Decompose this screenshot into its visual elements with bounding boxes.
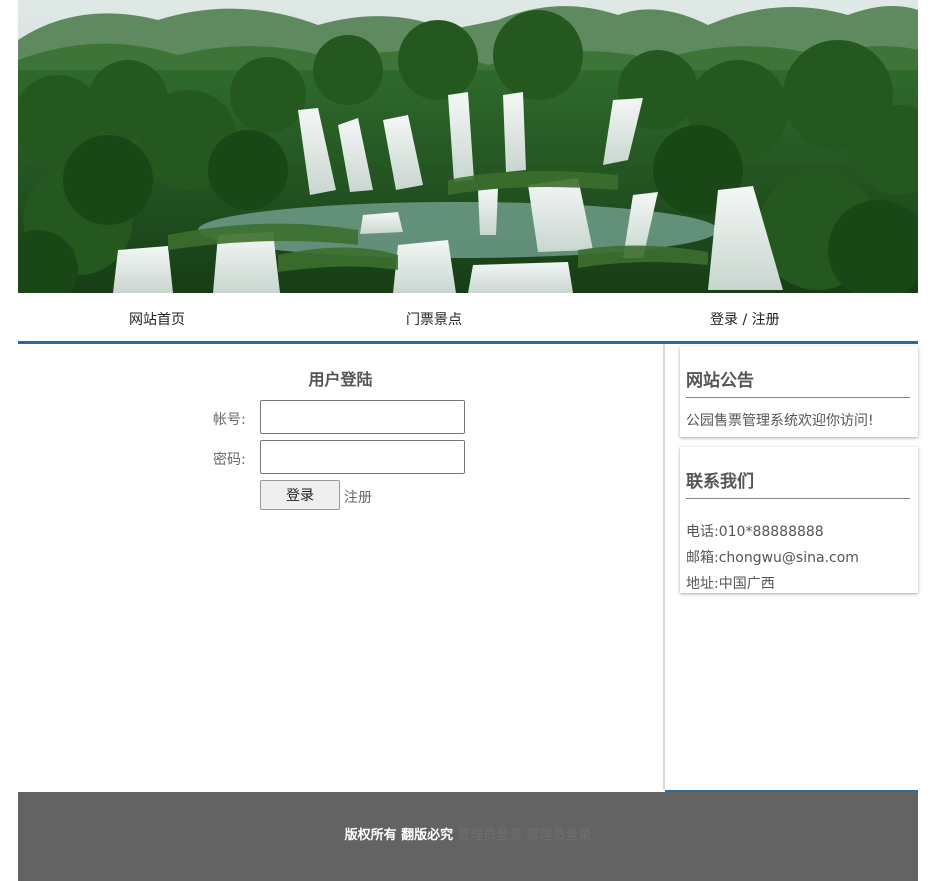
login-button[interactable]: 登录 bbox=[260, 480, 340, 510]
notice-divider bbox=[686, 397, 910, 398]
notice-card: 网站公告 公园售票管理系统欢迎你访问! bbox=[680, 346, 918, 437]
password-input[interactable] bbox=[260, 440, 465, 474]
contact-title: 联系我们 bbox=[686, 472, 754, 492]
footer: 版权所有 翻版必究 管理员登录 管理员登录 bbox=[18, 792, 918, 881]
page: 网站首页 门票景点 登录 / 注册 用户登陆 帐号: 密码: 登录 注册 网站公… bbox=[0, 0, 932, 881]
contact-phone: 电话:010*88888888 bbox=[686, 524, 824, 540]
main-nav: 网站首页 门票景点 登录 / 注册 bbox=[18, 293, 918, 341]
banner-image bbox=[18, 0, 918, 293]
login-title: 用户登陆 bbox=[308, 370, 373, 389]
admin-login-link-2[interactable]: 管理员登录 bbox=[526, 828, 591, 843]
contact-card: 联系我们 电话:010*88888888 邮箱:chongwu@sina.com… bbox=[680, 447, 918, 593]
nav-home[interactable]: 网站首页 bbox=[129, 309, 185, 329]
content-divider bbox=[663, 344, 665, 790]
login-panel: 用户登陆 帐号: 密码: 登录 注册 bbox=[18, 344, 663, 790]
copyright-text: 版权所有 翻版必究 bbox=[344, 828, 454, 843]
contact-email: 邮箱:chongwu@sina.com bbox=[686, 550, 859, 566]
nav-tickets[interactable]: 门票景点 bbox=[406, 309, 462, 329]
contact-divider bbox=[686, 498, 910, 499]
notice-title: 网站公告 bbox=[686, 371, 754, 391]
register-link[interactable]: 注册 bbox=[344, 487, 372, 507]
admin-login-link-1[interactable]: 管理员登录 bbox=[457, 828, 522, 843]
account-input[interactable] bbox=[260, 400, 465, 434]
account-label: 帐号: bbox=[213, 412, 246, 428]
footer-line: 版权所有 翻版必究 管理员登录 管理员登录 bbox=[18, 824, 918, 843]
password-label: 密码: bbox=[213, 452, 246, 468]
nav-login-register[interactable]: 登录 / 注册 bbox=[710, 309, 780, 329]
notice-text: 公园售票管理系统欢迎你访问! bbox=[686, 413, 874, 429]
contact-address: 地址:中国广西 bbox=[686, 576, 775, 592]
